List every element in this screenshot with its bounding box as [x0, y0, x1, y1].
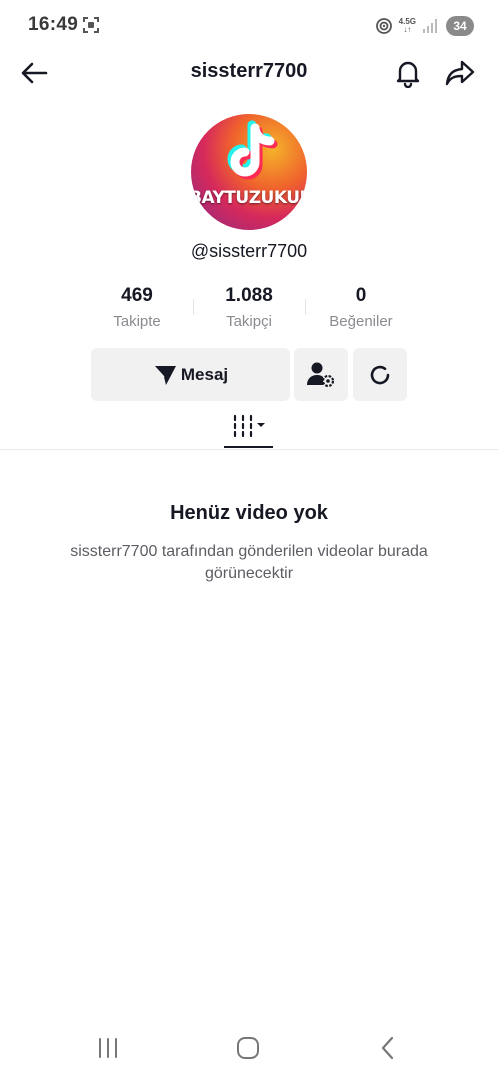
paper-plane-icon	[153, 365, 176, 385]
tiktok-logo-icon	[227, 120, 278, 180]
notifications-button[interactable]	[392, 56, 424, 90]
stat-following[interactable]: 469 Takipte	[77, 285, 197, 330]
share-arrow-icon	[445, 60, 475, 86]
follow-settings-button[interactable]	[294, 348, 348, 401]
message-button[interactable]: Mesaj	[91, 348, 290, 401]
tab-videos[interactable]	[224, 412, 274, 449]
status-icons: 4.5G ↓↑ 34	[375, 14, 474, 38]
home-icon[interactable]	[234, 1034, 262, 1062]
stat-label: Takipte	[113, 313, 161, 330]
stat-followers[interactable]: 1.088 Takipçi	[189, 285, 309, 330]
message-label: Mesaj	[180, 364, 229, 384]
stat-label: Beğeniler	[329, 313, 393, 330]
stats: 469 Takipte 1.088 Takipçi 0 Beğeniler	[0, 285, 498, 337]
stat-value: 1.088	[225, 285, 273, 306]
avatar-text: BAYTUZUKURU	[191, 188, 307, 208]
empty-state-title: Henüz video yok	[170, 502, 328, 524]
battery-badge: 34	[446, 16, 474, 36]
data-arrows-icon: ↓↑	[403, 25, 412, 34]
header: sissterr7700	[0, 50, 498, 96]
network-type: 4.5G ↓↑	[399, 18, 416, 34]
profile-actions: Mesaj	[0, 348, 498, 402]
recents-icon[interactable]	[94, 1034, 122, 1062]
refresh-button[interactable]	[353, 348, 407, 401]
stat-value: 0	[355, 285, 367, 306]
refresh-icon	[370, 365, 390, 384]
signal-icon	[423, 19, 437, 33]
screenshot-icon	[83, 17, 99, 33]
stat-label: Takipçi	[226, 313, 272, 330]
hotspot-icon	[375, 18, 392, 34]
stat-value: 469	[121, 285, 153, 306]
status-time: 16:49	[28, 14, 79, 35]
user-gear-icon	[307, 362, 335, 387]
system-nav-bar	[0, 1024, 498, 1080]
back-icon[interactable]	[374, 1034, 402, 1062]
avatar[interactable]: BAYTUZUKURU	[191, 114, 307, 230]
stat-likes[interactable]: 0 Beğeniler	[301, 285, 421, 330]
share-button[interactable]	[444, 56, 476, 90]
status-bar: 16:49 4.5G ↓↑ 34	[0, 0, 498, 52]
divider	[0, 449, 498, 450]
tab-indicator	[224, 446, 273, 448]
username: @sissterr7700	[190, 241, 308, 261]
grid-columns-icon	[233, 414, 265, 438]
empty-state-description: sissterr7700 tarafından gönderilen video…	[70, 543, 428, 582]
bell-icon	[396, 61, 420, 88]
